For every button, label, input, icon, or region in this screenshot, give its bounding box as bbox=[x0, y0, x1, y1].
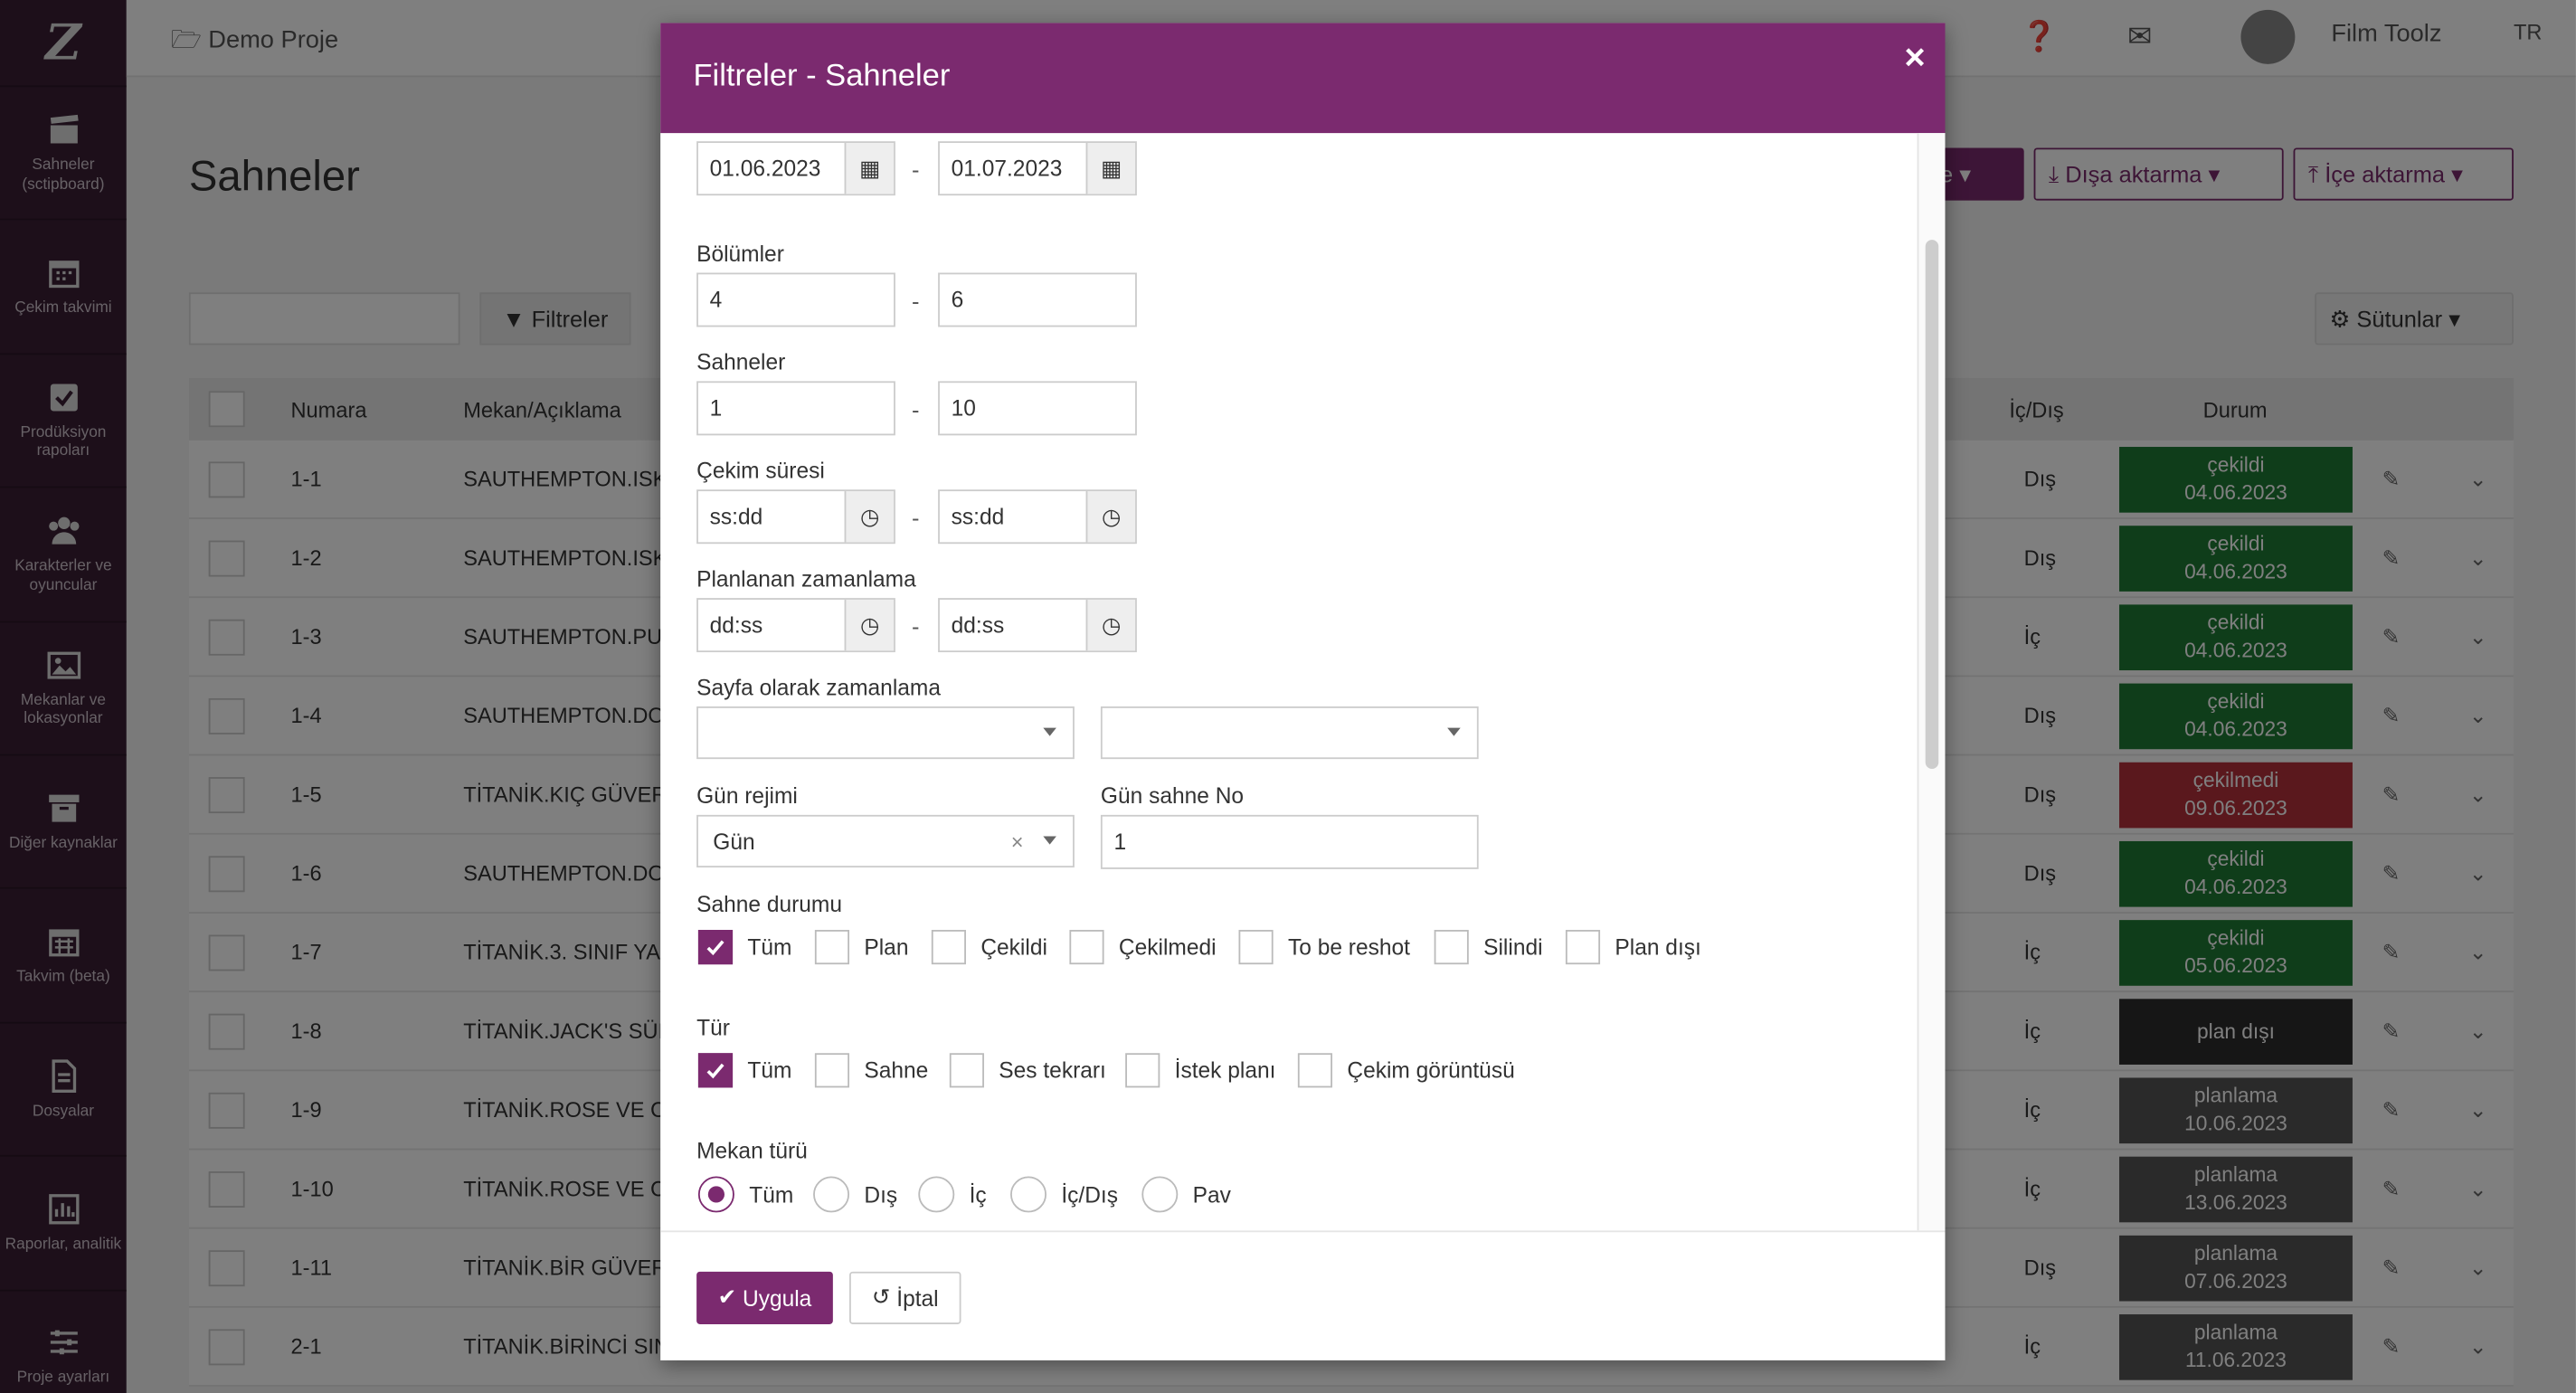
modal-header: Filtreler - Sahneler × bbox=[660, 23, 1946, 134]
scenes-label: Sahneler bbox=[696, 349, 786, 375]
radio-option[interactable]: Dış bbox=[813, 1176, 898, 1213]
episodes-label: Bölümler bbox=[696, 241, 784, 267]
modal-scrollbar[interactable] bbox=[1917, 133, 1946, 1231]
checkbox-option[interactable]: Ses tekrarı bbox=[949, 1053, 1106, 1088]
checkbox[interactable] bbox=[949, 1053, 984, 1088]
modal-title: Filtreler - Sahneler bbox=[693, 59, 951, 94]
episodes-to-input[interactable]: 6 bbox=[938, 272, 1137, 327]
clock-icon[interactable]: ◷ bbox=[844, 491, 895, 543]
day-regime-label: Gün rejimi bbox=[696, 783, 798, 809]
radio-button[interactable] bbox=[918, 1176, 955, 1213]
duration-from-input[interactable]: ss:dd ◷ bbox=[696, 489, 895, 545]
scenes-from-input[interactable]: 1 bbox=[696, 381, 895, 436]
day-regime-select[interactable]: Gün × bbox=[696, 814, 1075, 868]
duration-to-input[interactable]: ss:dd ◷ bbox=[938, 489, 1137, 545]
option-label: Plan dışı bbox=[1615, 934, 1701, 960]
page-from-select[interactable] bbox=[696, 706, 1075, 760]
modal-footer: ✔ Uygula ↺ İptal bbox=[660, 1230, 1946, 1360]
checkbox-option[interactable]: Tüm bbox=[697, 1053, 792, 1088]
chevron-down-icon bbox=[1043, 836, 1056, 845]
checkbox[interactable] bbox=[1565, 930, 1601, 965]
option-label: Silindi bbox=[1483, 934, 1543, 960]
place-type-label: Mekan türü bbox=[696, 1138, 808, 1163]
modal-body: 01.06.2023 ▦ - 01.07.2023 ▦ Bölümler 4 - 6… bbox=[660, 133, 1946, 1231]
option-label: Çekilmedi bbox=[1118, 934, 1217, 960]
option-label: Pav bbox=[1192, 1181, 1231, 1208]
checkbox-option[interactable]: İstek planı bbox=[1125, 1053, 1276, 1088]
option-label: Çekim görüntüsü bbox=[1347, 1057, 1515, 1083]
checkbox[interactable] bbox=[814, 930, 850, 965]
day-scene-label: Gün sahne No bbox=[1100, 783, 1245, 809]
checkbox[interactable] bbox=[931, 930, 966, 965]
duration-label: Çekim süresi bbox=[696, 458, 825, 483]
checkbox-option[interactable]: To be reshot bbox=[1238, 930, 1410, 965]
scenes-to-input[interactable]: 10 bbox=[938, 381, 1137, 436]
chevron-down-icon bbox=[1447, 727, 1461, 736]
planned-from-input[interactable]: dd:ss ◷ bbox=[696, 598, 895, 653]
radio-option[interactable]: İç bbox=[918, 1176, 987, 1213]
planned-to-input[interactable]: dd:ss ◷ bbox=[938, 598, 1137, 653]
clock-icon[interactable]: ◷ bbox=[844, 599, 895, 651]
scene-status-label: Sahne durumu bbox=[696, 892, 842, 917]
clock-icon[interactable]: ◷ bbox=[1085, 599, 1136, 651]
scrollbar-thumb[interactable] bbox=[1925, 240, 1939, 770]
option-label: Tüm bbox=[747, 1057, 792, 1083]
option-label: Tüm bbox=[749, 1181, 794, 1208]
check-icon bbox=[706, 1063, 724, 1079]
chevron-down-icon bbox=[1043, 727, 1056, 736]
page-scheduling-label: Sayfa olarak zamanlama bbox=[696, 675, 941, 700]
radio-option[interactable]: İç/Dış bbox=[1010, 1176, 1119, 1213]
planned-label: Planlanan zamanlama bbox=[696, 566, 916, 592]
option-label: İstek planı bbox=[1174, 1057, 1276, 1083]
option-label: İç/Dış bbox=[1061, 1181, 1119, 1208]
close-icon[interactable]: × bbox=[1904, 36, 1925, 79]
option-label: Çekildi bbox=[980, 934, 1047, 960]
date-to-input[interactable]: 01.07.2023 ▦ bbox=[938, 141, 1137, 196]
day-scene-input[interactable]: 1 bbox=[1100, 814, 1479, 869]
clock-icon[interactable]: ◷ bbox=[1085, 491, 1136, 543]
option-label: To be reshot bbox=[1287, 934, 1410, 960]
checkbox[interactable] bbox=[697, 1053, 734, 1088]
checkbox[interactable] bbox=[1434, 930, 1469, 965]
checkbox[interactable] bbox=[1069, 930, 1104, 965]
option-label: Dış bbox=[864, 1181, 898, 1208]
checkbox[interactable] bbox=[1297, 1053, 1333, 1088]
radio-button[interactable] bbox=[697, 1176, 734, 1213]
option-label: Plan bbox=[864, 934, 909, 960]
option-label: Sahne bbox=[864, 1057, 929, 1083]
checkbox-option[interactable]: Çekildi bbox=[931, 930, 1047, 965]
check-icon bbox=[706, 940, 724, 956]
option-label: Ses tekrarı bbox=[999, 1057, 1106, 1083]
option-label: Tüm bbox=[747, 934, 792, 960]
checkbox[interactable] bbox=[697, 930, 734, 965]
radio-button[interactable] bbox=[1141, 1176, 1179, 1213]
checkbox-option[interactable]: Tüm bbox=[697, 930, 792, 965]
calendar-icon[interactable]: ▦ bbox=[1085, 143, 1136, 194]
checkbox[interactable] bbox=[1238, 930, 1274, 965]
checkbox-option[interactable]: Çekim görüntüsü bbox=[1297, 1053, 1515, 1088]
checkbox-option[interactable]: Plan bbox=[814, 930, 909, 965]
radio-option[interactable]: Pav bbox=[1141, 1176, 1231, 1213]
apply-button[interactable]: ✔ Uygula bbox=[696, 1271, 833, 1324]
radio-button[interactable] bbox=[813, 1176, 850, 1213]
checkbox-option[interactable]: Plan dışı bbox=[1565, 930, 1701, 965]
type-label: Tür bbox=[696, 1015, 730, 1040]
checkbox-option[interactable]: Sahne bbox=[814, 1053, 929, 1088]
checkbox-option[interactable]: Silindi bbox=[1434, 930, 1543, 965]
page-to-select[interactable] bbox=[1100, 706, 1479, 760]
cancel-button[interactable]: ↺ İptal bbox=[849, 1271, 961, 1324]
checkbox[interactable] bbox=[1125, 1053, 1160, 1088]
episodes-from-input[interactable]: 4 bbox=[696, 272, 895, 327]
date-from-input[interactable]: 01.06.2023 ▦ bbox=[696, 141, 895, 196]
calendar-icon[interactable]: ▦ bbox=[844, 143, 895, 194]
option-label: İç bbox=[969, 1181, 987, 1208]
radio-option[interactable]: Tüm bbox=[697, 1176, 794, 1213]
undo-icon: ↺ bbox=[871, 1284, 891, 1310]
radio-button[interactable] bbox=[1010, 1176, 1046, 1213]
clear-icon[interactable]: × bbox=[1011, 829, 1024, 854]
checkbox[interactable] bbox=[814, 1053, 850, 1088]
check-icon: ✔ bbox=[717, 1284, 737, 1310]
filters-modal: Filtreler - Sahneler × 01.06.2023 ▦ - 01.… bbox=[660, 23, 1946, 1360]
checkbox-option[interactable]: Çekilmedi bbox=[1069, 930, 1217, 965]
